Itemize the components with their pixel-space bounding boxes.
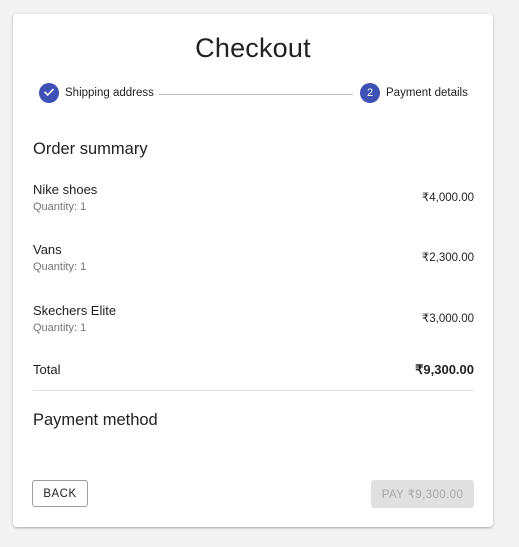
- order-item: Skechers Elite Quantity: 1 ₹3,000.00: [33, 303, 474, 334]
- total-label: Total: [33, 362, 61, 377]
- step-payment-details: 2 Payment details: [360, 83, 468, 103]
- item-price: ₹2,300.00: [421, 252, 474, 264]
- item-price: ₹4,000.00: [421, 192, 474, 204]
- page-title: Checkout: [195, 33, 311, 63]
- order-item: Nike shoes Quantity: 1 ₹4,000.00: [33, 182, 474, 213]
- pay-button[interactable]: PAY ₹9,300.00: [371, 480, 474, 508]
- item-quantity: Quantity: 1: [33, 201, 87, 213]
- item-name: Nike shoes: [33, 182, 98, 197]
- step-number-badge: 2: [360, 83, 380, 103]
- check-icon: [43, 86, 55, 101]
- item-quantity: Quantity: 1: [33, 261, 87, 273]
- step-label-shipping: Shipping address: [65, 87, 154, 99]
- step-shipping-address: Shipping address: [39, 83, 154, 103]
- total-row: Total ₹9,300.00: [33, 362, 474, 377]
- step-connector: [159, 94, 353, 95]
- step-label-payment: Payment details: [386, 87, 468, 99]
- step-completed-badge: [39, 83, 59, 103]
- payment-method-heading: Payment method: [33, 411, 158, 429]
- divider: [33, 390, 474, 391]
- item-name: Skechers Elite: [33, 303, 117, 318]
- order-item: Vans Quantity: 1 ₹2,300.00: [33, 242, 474, 273]
- item-quantity: Quantity: 1: [33, 322, 87, 334]
- order-summary-heading: Order summary: [33, 140, 148, 158]
- checkout-card: Checkout Shipping address 2 Payment deta…: [13, 14, 493, 527]
- item-name: Vans: [33, 242, 62, 257]
- back-button[interactable]: BACK: [32, 480, 88, 507]
- item-price: ₹3,000.00: [421, 313, 474, 325]
- total-amount: ₹9,300.00: [415, 362, 474, 377]
